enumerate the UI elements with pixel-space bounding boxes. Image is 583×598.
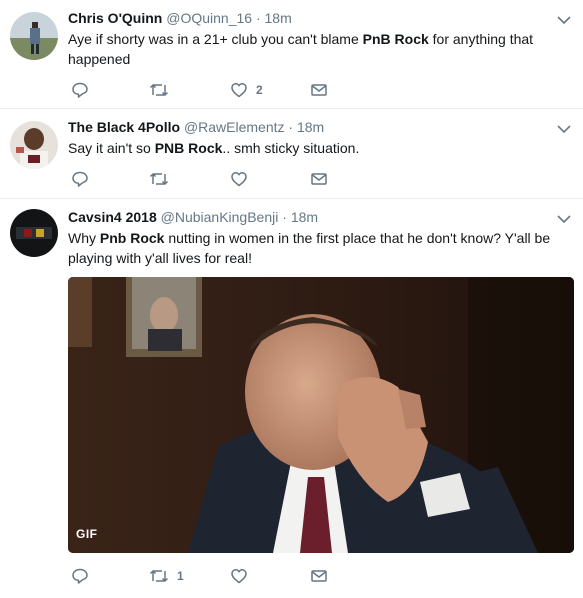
tweet-text: Say it ain't so PNB Rock.. smh sticky si…: [68, 138, 568, 158]
like-count: 2: [256, 83, 263, 97]
reply-icon: [72, 82, 88, 98]
avatar[interactable]: [10, 209, 58, 257]
retweet-icon: [149, 84, 169, 96]
direct-message-button[interactable]: [310, 567, 328, 585]
direct-message-button[interactable]: [310, 81, 328, 99]
tweet-header: The Black 4Pollo @RawElementz · 18m: [68, 119, 324, 135]
timestamp[interactable]: 18m: [291, 209, 318, 225]
like-button[interactable]: [230, 170, 256, 188]
tweet-text-segment: Say it ain't so: [68, 140, 155, 156]
tweet[interactable]: Cavsin4 2018 @NubianKingBenji · 18m Why …: [0, 199, 583, 598]
reply-button[interactable]: [71, 81, 97, 99]
tweet-header: Cavsin4 2018 @NubianKingBenji · 18m: [68, 209, 318, 225]
tweet-text: Aye if shorty was in a 21+ club you can'…: [68, 29, 568, 69]
avatar[interactable]: [10, 12, 58, 60]
highlighted-keyword: PNB Rock: [154, 140, 223, 156]
like-icon: [231, 83, 247, 98]
direct-message-icon: [311, 173, 327, 185]
retweet-button[interactable]: [149, 170, 177, 188]
highlighted-keyword: PnB Rock: [362, 31, 429, 47]
chevron-down-icon[interactable]: [557, 15, 571, 25]
retweet-count: 1: [177, 569, 184, 583]
avatar[interactable]: [10, 121, 58, 169]
tweet[interactable]: Chris O'Quinn @OQuinn_16 · 18m Aye if sh…: [0, 0, 583, 109]
chevron-down-icon[interactable]: [557, 214, 571, 224]
retweet-icon: [149, 570, 169, 582]
tweet-text-segment: Aye if shorty was in a 21+ club you can'…: [68, 31, 363, 47]
reply-button[interactable]: [71, 170, 97, 188]
like-button[interactable]: [230, 567, 256, 585]
author-name[interactable]: Chris O'Quinn: [68, 10, 162, 26]
tweet[interactable]: The Black 4Pollo @RawElementz · 18m Say …: [0, 109, 583, 199]
chevron-down-icon[interactable]: [557, 124, 571, 134]
author-name[interactable]: The Black 4Pollo: [68, 119, 180, 135]
like-icon: [231, 569, 247, 584]
reply-icon: [72, 568, 88, 584]
reply-button[interactable]: [71, 567, 97, 585]
direct-message-button[interactable]: [310, 170, 328, 188]
tweet-header: Chris O'Quinn @OQuinn_16 · 18m: [68, 10, 292, 26]
retweet-button[interactable]: 1: [149, 567, 184, 585]
timestamp[interactable]: 18m: [297, 119, 324, 135]
gif-frame: [68, 277, 574, 553]
tweet-text: Why Pnb Rock nutting in women in the fir…: [68, 228, 568, 268]
gif-media[interactable]: GIF: [68, 277, 574, 553]
tweet-text-segment: Why: [68, 230, 100, 246]
timestamp[interactable]: 18m: [265, 10, 292, 26]
tweet-text-segment: .. smh sticky situation.: [222, 140, 360, 156]
direct-message-icon: [311, 570, 327, 582]
separator-dot: ·: [255, 10, 261, 26]
author-name[interactable]: Cavsin4 2018: [68, 209, 157, 225]
author-handle[interactable]: @RawElementz: [184, 119, 285, 135]
author-handle[interactable]: @OQuinn_16: [166, 10, 252, 26]
retweet-icon: [149, 173, 169, 185]
separator-dot: ·: [282, 209, 287, 225]
direct-message-icon: [311, 84, 327, 96]
author-handle[interactable]: @NubianKingBenji: [161, 209, 279, 225]
separator-dot: ·: [288, 119, 294, 135]
retweet-button[interactable]: [149, 81, 177, 99]
highlighted-keyword: Pnb Rock: [99, 230, 165, 246]
like-button[interactable]: 2: [230, 81, 263, 99]
gif-badge: GIF: [76, 527, 98, 541]
reply-icon: [72, 171, 88, 187]
like-icon: [231, 172, 247, 187]
